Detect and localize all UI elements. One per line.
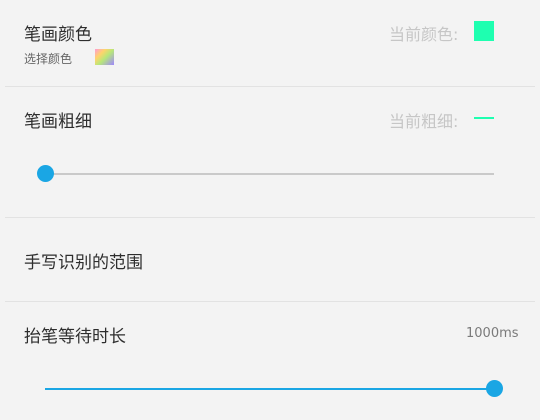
handwriting-settings-page: 笔画颜色 选择颜色 当前颜色: 笔画粗细 当前粗细: 手写识别的范围 抬笔等待时… <box>0 0 540 420</box>
wait-duration-value: 1000ms <box>466 326 519 341</box>
gradient-palette-icon[interactable] <box>95 49 114 65</box>
recognition-range-item[interactable]: 手写识别的范围 <box>0 218 540 301</box>
current-color-swatch <box>474 21 494 41</box>
current-color-label: 当前颜色: <box>389 25 459 44</box>
wait-duration-slider-fill <box>45 388 494 390</box>
wait-duration-slider-thumb[interactable] <box>485 380 503 397</box>
pen-color-subtitle: 选择颜色 <box>24 52 73 66</box>
pen-color-section[interactable]: 笔画颜色 选择颜色 当前颜色: <box>0 0 540 86</box>
current-width-line <box>474 117 494 119</box>
pen-width-slider-thumb[interactable] <box>36 165 54 182</box>
pen-width-section: 笔画粗细 当前粗细: <box>0 87 540 217</box>
pen-width-slider[interactable] <box>45 173 494 175</box>
wait-duration-section: 抬笔等待时长 1000ms <box>0 302 540 420</box>
current-width-label: 当前粗细: <box>389 112 459 131</box>
wait-duration-slider[interactable] <box>45 388 494 390</box>
recognition-range-title: 手写识别的范围 <box>24 253 143 273</box>
pen-width-title: 笔画粗细 <box>24 112 92 132</box>
wait-duration-title: 抬笔等待时长 <box>24 327 126 347</box>
pen-color-title: 笔画颜色 <box>24 25 92 45</box>
